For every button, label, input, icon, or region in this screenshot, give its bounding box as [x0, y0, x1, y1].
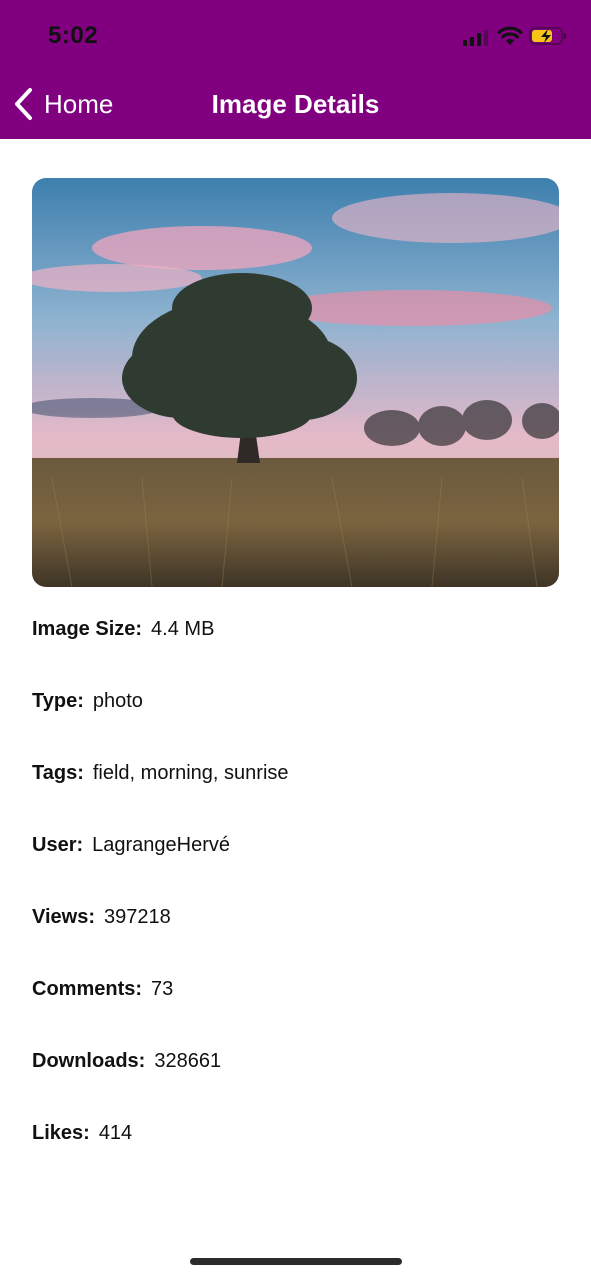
status-bar: 5:02: [0, 0, 591, 72]
detail-label: Downloads:: [32, 1050, 146, 1072]
detail-value: 73: [151, 978, 174, 1000]
detail-image-size: Image Size: 4.4 MB: [32, 612, 559, 684]
detail-user: User: LagrangeHervé: [32, 828, 559, 900]
detail-value: field, morning, sunrise: [92, 762, 289, 784]
status-time: 5:02: [48, 22, 99, 49]
detail-label: Tags:: [32, 762, 84, 784]
detail-comments: Comments: 73: [32, 972, 559, 1044]
home-indicator[interactable]: [190, 1258, 402, 1265]
detail-value: 4.4 MB: [151, 618, 215, 640]
detail-value: 397218: [104, 906, 171, 928]
detail-value: LagrangeHervé: [92, 834, 231, 856]
detail-views: Views: 397218: [32, 900, 559, 972]
detail-label: Comments:: [32, 978, 143, 1000]
battery-charging-icon: [529, 27, 566, 45]
landscape-photo: [32, 178, 559, 587]
detail-value: 328661: [154, 1050, 222, 1072]
cellular-signal-icon: [463, 30, 488, 46]
detail-value: 414: [98, 1122, 133, 1144]
detail-tags: Tags: field, morning, sunrise: [32, 756, 559, 828]
app-header: 5:02 Home Image Details: [0, 0, 591, 139]
image-preview: [32, 178, 559, 587]
detail-label: Views:: [32, 906, 95, 928]
detail-label: User:: [32, 834, 84, 856]
detail-type: Type: photo: [32, 684, 559, 756]
detail-value: photo: [92, 690, 143, 712]
image-details-list: Image Size: 4.4 MB Type: photo Tags: fie…: [32, 612, 559, 1188]
detail-label: Type:: [32, 690, 84, 712]
navigation-bar: Home Image Details: [0, 72, 591, 139]
detail-label: Likes:: [32, 1122, 90, 1144]
wifi-icon: [497, 26, 523, 45]
detail-downloads: Downloads: 328661: [32, 1044, 559, 1116]
detail-label: Image Size:: [32, 618, 143, 640]
detail-likes: Likes: 414: [32, 1116, 559, 1188]
page-title: Image Details: [211, 89, 380, 119]
